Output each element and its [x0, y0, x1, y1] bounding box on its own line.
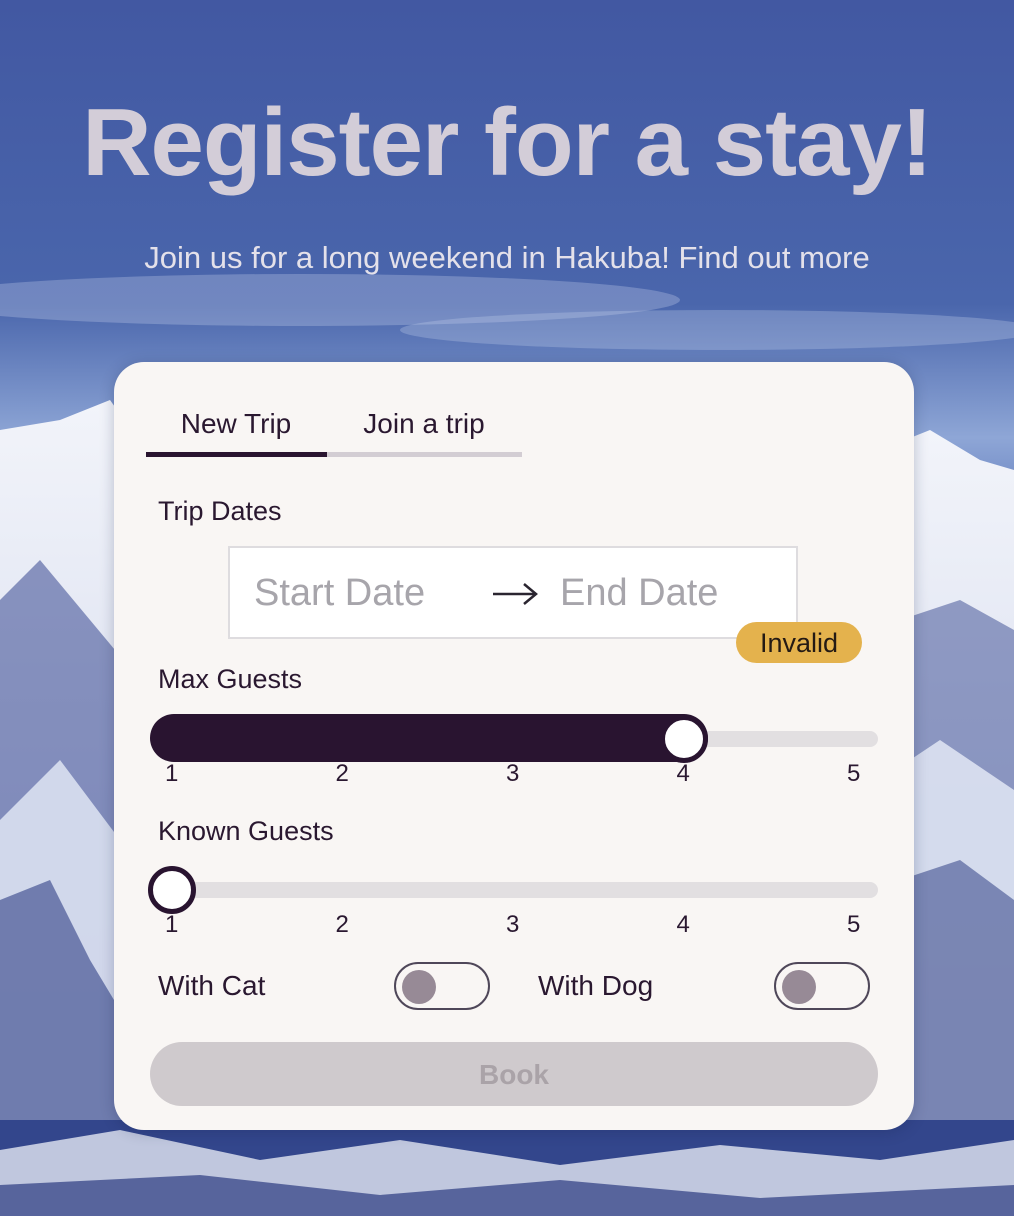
with-cat-label: With Cat [158, 970, 266, 1001]
slider-ticks: 1 2 3 4 5 [150, 760, 878, 790]
with-cat-toggle[interactable] [394, 962, 490, 1010]
tab-new-trip[interactable]: New Trip [146, 392, 326, 452]
with-dog-toggle[interactable] [774, 962, 870, 1010]
slider-fill [150, 714, 708, 762]
slider-thumb[interactable] [148, 866, 196, 914]
trip-dates-label: Trip Dates [158, 496, 282, 526]
tick-label: 1 [165, 760, 179, 787]
tick-label: 2 [335, 911, 349, 938]
known-guests-label: Known Guests [158, 816, 334, 846]
tick-label: 4 [676, 760, 690, 787]
start-date-input[interactable]: Start Date [254, 572, 425, 615]
tab-join-trip[interactable]: Join a trip [326, 392, 522, 452]
page-subtitle: Join us for a long weekend in Hakuba! Fi… [144, 240, 870, 275]
tick-label: 2 [335, 760, 349, 787]
tick-label: 1 [165, 911, 179, 938]
active-tab-indicator [146, 452, 327, 457]
booking-card: New Trip Join a trip Trip Dates Start Da… [114, 362, 914, 1130]
tick-label: 5 [847, 911, 861, 938]
book-button[interactable]: Book [150, 1042, 878, 1106]
toggle-knob [402, 970, 436, 1004]
invalid-badge: Invalid [736, 622, 862, 663]
slider-thumb[interactable] [659, 715, 708, 763]
slider-track [150, 882, 878, 898]
page-title: Register for a stay! [82, 89, 933, 196]
date-range-field: Start Date End Date [228, 546, 798, 639]
end-date-input[interactable]: End Date [560, 572, 718, 615]
max-guests-slider[interactable]: 1 2 3 4 5 [150, 714, 878, 787]
tick-label: 3 [506, 911, 520, 938]
tick-label: 5 [847, 760, 861, 787]
slider-ticks: 1 2 3 4 5 [150, 911, 878, 941]
known-guests-slider[interactable]: 1 2 3 4 5 [148, 865, 878, 938]
trip-tabs: New Trip Join a trip [146, 392, 522, 458]
tick-label: 4 [676, 911, 690, 938]
with-dog-label: With Dog [538, 970, 654, 1001]
max-guests-label: Max Guests [158, 664, 303, 694]
toggle-knob [782, 970, 816, 1004]
tick-label: 3 [506, 760, 520, 787]
arrow-right-icon [492, 582, 538, 611]
